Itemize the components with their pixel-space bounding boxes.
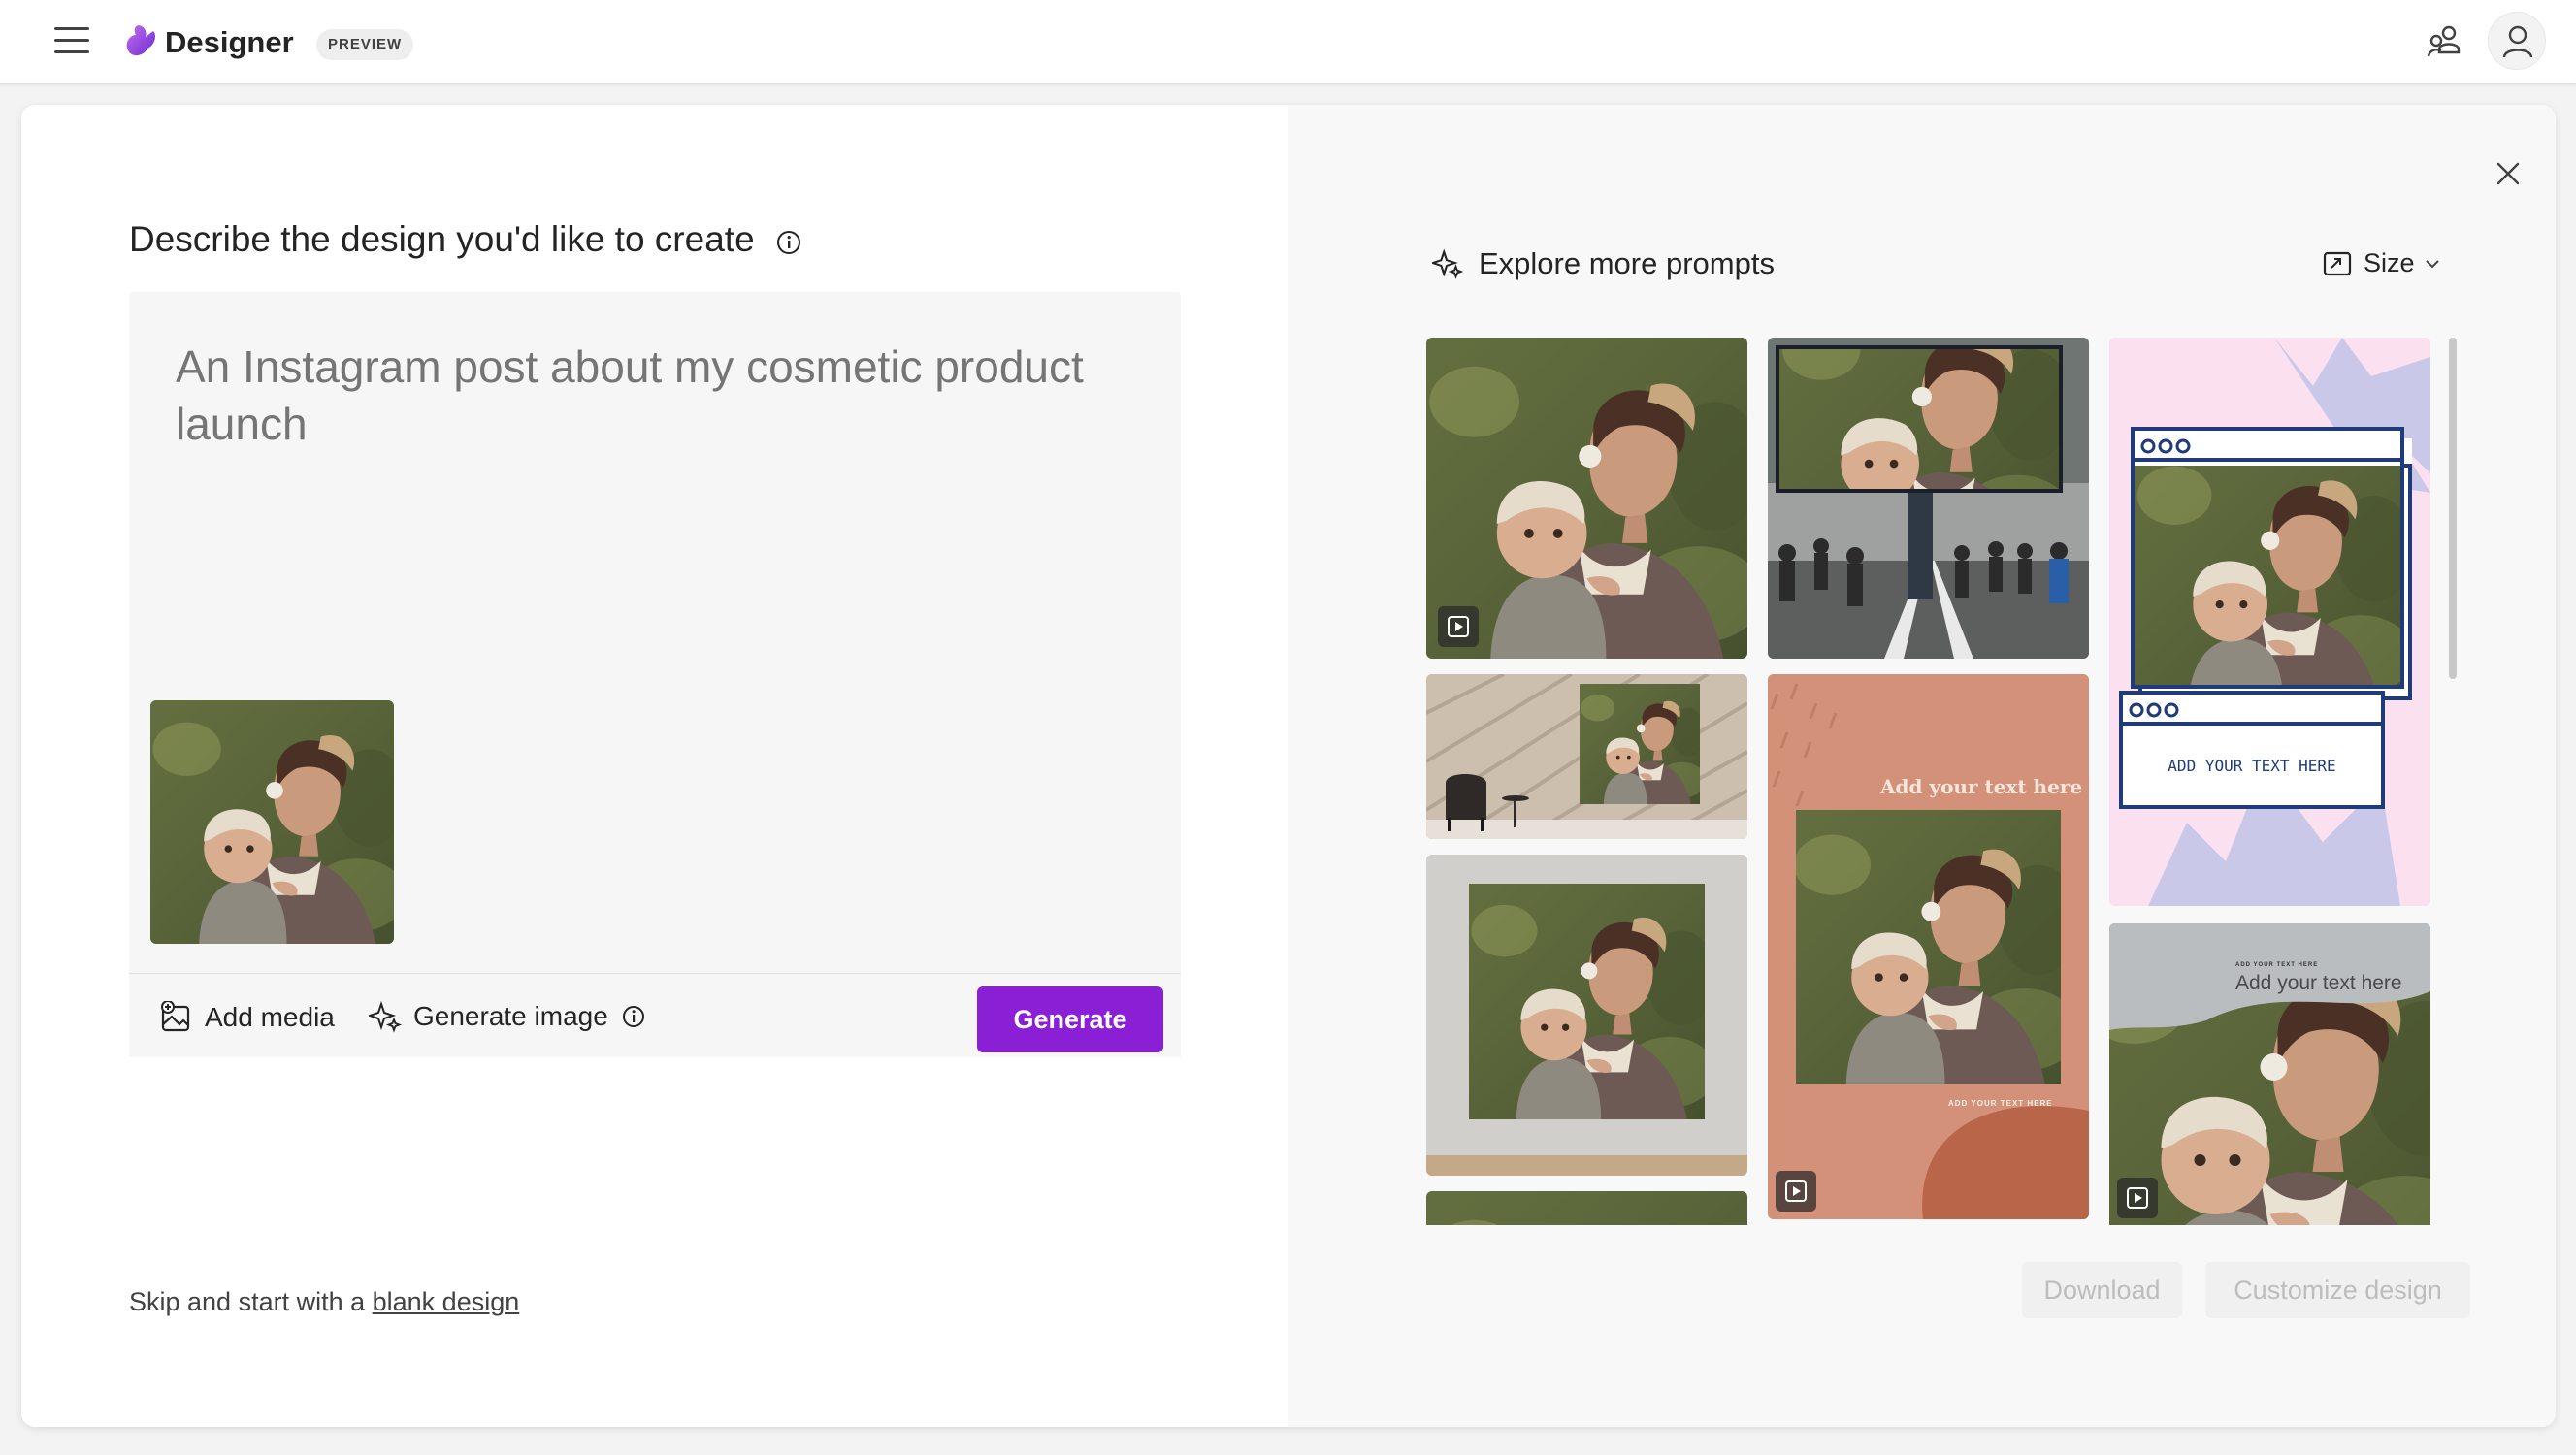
add-media-button[interactable]: Add media xyxy=(160,1000,335,1035)
download-button[interactable]: Download xyxy=(2022,1262,2182,1318)
template-tile[interactable] xyxy=(1768,338,2089,659)
blank-design-link[interactable]: blank design xyxy=(373,1287,520,1316)
explore-prompts-button[interactable]: Explore more prompts xyxy=(1432,246,1775,281)
template-caption-text: ADD YOUR TEXT HERE xyxy=(2168,757,2336,775)
size-dropdown[interactable]: Size xyxy=(2323,248,2440,278)
info-icon[interactable] xyxy=(622,1005,645,1028)
portrait-image xyxy=(1469,884,1705,1119)
portrait-image xyxy=(150,700,394,944)
video-badge xyxy=(1776,1171,1816,1212)
template-tile[interactable]: ADD YOUR TEXT HERE Add your text here xyxy=(2109,923,2430,1225)
template-tile[interactable]: Add your text here ADD YOUR TEXT HERE xyxy=(1768,674,2089,1219)
preview-badge: PREVIEW xyxy=(316,29,414,60)
explore-prompts-label: Explore more prompts xyxy=(1479,246,1775,280)
video-badge xyxy=(1438,606,1479,647)
template-heading-text: Add your text here xyxy=(1880,775,2083,798)
play-icon xyxy=(1448,616,1469,637)
image-add-icon xyxy=(161,1001,190,1032)
skip-prefix: Skip and start with a xyxy=(129,1287,373,1316)
generate-button[interactable]: Generate xyxy=(977,986,1163,1052)
uploaded-media-thumbnail[interactable] xyxy=(150,700,394,944)
template-tile[interactable] xyxy=(1426,855,1747,1176)
gallery-scrollbar[interactable] xyxy=(2449,338,2457,679)
top-bar: Designer PREVIEW xyxy=(0,0,2576,84)
account-avatar[interactable] xyxy=(2488,12,2546,70)
portrait-image xyxy=(1580,684,1700,804)
window-dots-icon xyxy=(2129,702,2179,718)
info-icon[interactable] xyxy=(776,230,801,255)
skip-line: Skip and start with a blank design xyxy=(129,1287,519,1317)
template-heading-text: Add your text here xyxy=(2235,972,2402,994)
person-icon xyxy=(2502,25,2533,58)
window-titlebar xyxy=(2123,695,2381,726)
window-titlebar xyxy=(2135,431,2400,462)
text-window: ADD YOUR TEXT HERE xyxy=(2119,691,2385,809)
customize-design-button[interactable]: Customize design xyxy=(2205,1262,2470,1318)
sparkle-icon xyxy=(1432,248,1463,279)
generate-image-button[interactable]: Generate image xyxy=(369,999,645,1034)
window-dots-icon xyxy=(2140,438,2191,454)
play-icon xyxy=(1785,1180,1807,1202)
chevron-down-icon xyxy=(2425,259,2439,268)
designer-logo-icon xyxy=(126,25,155,56)
resize-icon xyxy=(2323,251,2352,275)
templates-pane: Explore more prompts Size Add your text … xyxy=(1288,105,2556,1427)
portrait-image xyxy=(1779,349,2059,489)
brand-name: Designer xyxy=(165,25,294,59)
template-tile[interactable]: ADD YOUR TEXT HERE xyxy=(2109,338,2430,906)
create-design-dialog: Describe the design you'd like to create xyxy=(21,105,2556,1427)
portrait-image xyxy=(1796,810,2061,1084)
template-tiny-text: ADD YOUR TEXT HERE xyxy=(2235,962,2319,968)
generate-image-label: Generate image xyxy=(413,1001,608,1031)
portrait-image xyxy=(1426,1191,1747,1225)
window-frame xyxy=(2131,427,2404,689)
page-title: Describe the design you'd like to create xyxy=(129,219,755,259)
add-media-label: Add media xyxy=(205,1002,335,1032)
template-tile[interactable] xyxy=(1426,674,1747,839)
template-caption-text: ADD YOUR TEXT HERE xyxy=(1948,1099,2053,1108)
hamburger-menu-icon[interactable] xyxy=(54,27,89,54)
sparkle-icon xyxy=(369,1000,402,1033)
video-badge xyxy=(2117,1178,2158,1218)
template-tile[interactable] xyxy=(1426,1191,1747,1225)
prompt-pane: Describe the design you'd like to create xyxy=(21,105,1288,1427)
portrait-image xyxy=(2135,466,2400,685)
template-tile[interactable] xyxy=(1426,338,1747,659)
prompt-input[interactable] xyxy=(176,339,1126,533)
prompt-toolbar: Add media Generate image Generate xyxy=(129,973,1181,1057)
template-gallery: Add your text here ADD YOUR TEXT HERE AD… xyxy=(1426,338,2435,1225)
people-share-icon[interactable] xyxy=(2422,19,2466,64)
play-icon xyxy=(2127,1187,2148,1209)
close-icon[interactable] xyxy=(2492,157,2525,190)
prompt-box: Add media Generate image Generate xyxy=(129,292,1181,1057)
size-label: Size xyxy=(2364,248,2415,277)
